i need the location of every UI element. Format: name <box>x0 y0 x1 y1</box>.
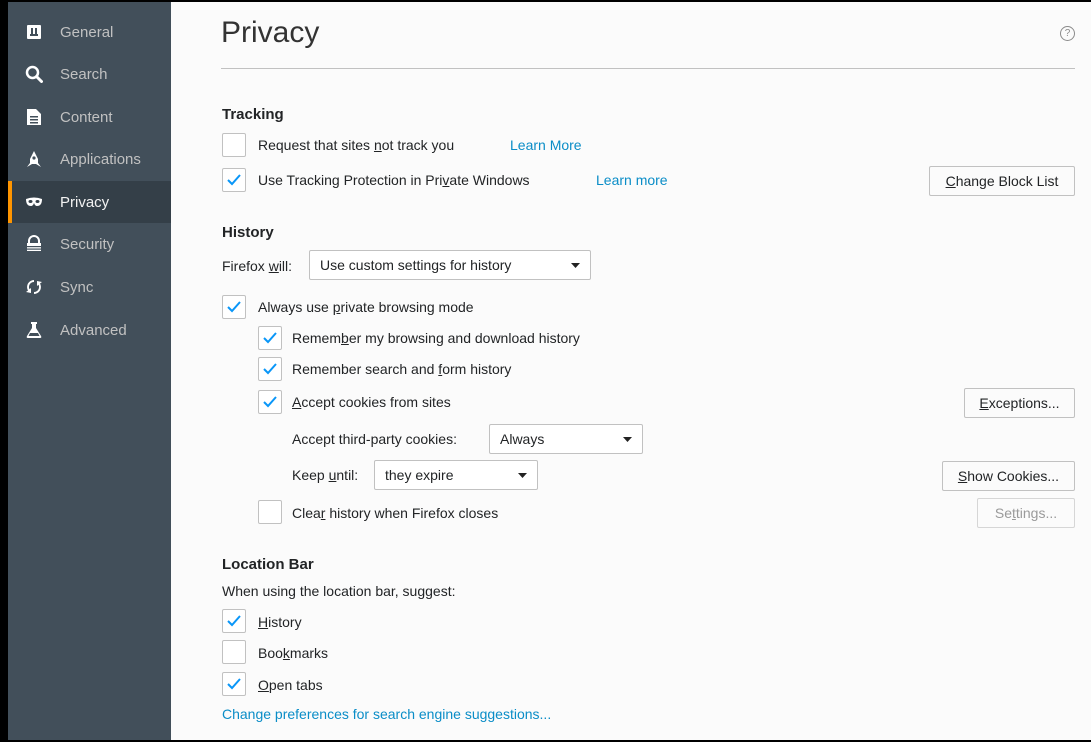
title-divider <box>221 68 1075 69</box>
checkmark-icon <box>263 332 277 344</box>
keep-until-value: they expire <box>385 467 454 483</box>
clear-history-label: Clear history when Firefox closes <box>292 505 499 521</box>
sidebar-item-label: Search <box>60 65 108 83</box>
third-party-cookies-label: Accept third-party cookies: <box>292 431 457 447</box>
history-mode-select[interactable]: Use custom settings for history <box>309 250 591 280</box>
sidebar-item-search[interactable]: Search <box>8 53 171 95</box>
page-title: Privacy <box>221 16 320 49</box>
suggest-bookmarks-checkbox[interactable] <box>222 640 246 664</box>
sync-icon <box>25 278 43 296</box>
learn-more-tracking-link[interactable]: Learn more <box>596 172 668 188</box>
firefox-will-label: Firefox will: <box>222 258 293 274</box>
third-party-cookies-select[interactable]: Always <box>489 424 643 454</box>
chevron-down-icon <box>623 437 632 442</box>
sidebar-item-general[interactable]: General <box>8 11 171 53</box>
privacy-icon <box>25 193 43 211</box>
private-browsing-label: Always use private browsing mode <box>258 299 474 315</box>
keep-until-select[interactable]: they expire <box>374 460 538 490</box>
sidebar-item-sync[interactable]: Sync <box>8 266 171 308</box>
sidebar-item-label: Security <box>60 235 115 253</box>
checkmark-icon <box>263 363 277 375</box>
sidebar-item-applications[interactable]: Applications <box>8 138 171 180</box>
content-icon <box>25 108 43 126</box>
suggest-history-label: History <box>258 614 302 630</box>
accept-cookies-label: Accept cookies from sites <box>292 394 451 410</box>
remember-browsing-checkbox[interactable] <box>258 326 282 350</box>
exceptions-button[interactable]: Exceptions... <box>964 388 1075 418</box>
sidebar-item-label: General <box>60 23 114 41</box>
checkmark-icon <box>227 301 241 313</box>
learn-more-link[interactable]: Learn More <box>510 137 582 153</box>
checkmark-icon <box>263 396 277 408</box>
remember-search-form-label: Remember search and form history <box>292 361 512 377</box>
remember-search-form-checkbox[interactable] <box>258 357 282 381</box>
show-cookies-button[interactable]: Show Cookies... <box>942 461 1075 491</box>
location-bar-intro: When using the location bar, suggest: <box>222 583 456 599</box>
suggest-open-tabs-checkbox[interactable] <box>222 672 246 696</box>
search-suggestion-preferences-link[interactable]: Change preferences for search engine sug… <box>222 706 551 722</box>
advanced-icon <box>25 321 43 339</box>
do-not-track-label: Request that sites not track you <box>258 137 455 153</box>
checkmark-icon <box>227 678 241 690</box>
remember-browsing-label: Remember my browsing and download histor… <box>292 330 580 346</box>
sidebar-item-advanced[interactable]: Advanced <box>8 309 171 351</box>
do-not-track-checkbox[interactable] <box>222 133 246 157</box>
suggest-open-tabs-label: Open tabs <box>258 677 323 693</box>
checkmark-icon <box>227 615 241 627</box>
tracking-heading: Tracking <box>222 106 284 123</box>
sidebar-item-label: Sync <box>60 278 94 296</box>
search-icon <box>25 65 43 83</box>
tracking-protection-label: Use Tracking Protection in Private Windo… <box>258 172 530 188</box>
private-browsing-checkbox[interactable] <box>222 295 246 319</box>
help-icon[interactable]: ? <box>1060 26 1075 41</box>
chevron-down-icon <box>571 263 580 268</box>
location-bar-heading: Location Bar <box>222 556 314 573</box>
applications-icon <box>25 150 43 168</box>
clear-history-checkbox[interactable] <box>258 500 282 524</box>
security-icon <box>25 235 43 253</box>
sidebar-item-content[interactable]: Content <box>8 96 171 138</box>
sidebar-item-label: Content <box>60 108 113 126</box>
window-frame-left <box>0 0 8 742</box>
category-sidebar: General Search Content Applications Priv… <box>8 2 171 740</box>
accept-cookies-checkbox[interactable] <box>258 390 282 414</box>
history-heading: History <box>222 224 274 241</box>
suggest-bookmarks-label: Bookmarks <box>258 645 329 661</box>
sidebar-item-security[interactable]: Security <box>8 223 171 265</box>
tracking-protection-checkbox[interactable] <box>222 168 246 192</box>
checkmark-icon <box>227 174 241 186</box>
keep-until-label: Keep until: <box>292 467 359 483</box>
general-icon <box>25 23 43 41</box>
clear-history-settings-button[interactable]: Se t tings... <box>977 498 1075 528</box>
change-block-list-button[interactable]: Change Block List <box>929 166 1075 196</box>
sidebar-item-label: Privacy <box>60 193 110 211</box>
third-party-cookies-value: Always <box>500 431 545 447</box>
suggest-history-checkbox[interactable] <box>222 609 246 633</box>
sidebar-item-privacy[interactable]: Privacy <box>8 181 171 223</box>
history-mode-value: Use custom settings for history <box>320 257 512 273</box>
sidebar-item-label: Applications <box>60 150 141 168</box>
sidebar-item-label: Advanced <box>60 321 127 339</box>
chevron-down-icon <box>518 473 527 478</box>
